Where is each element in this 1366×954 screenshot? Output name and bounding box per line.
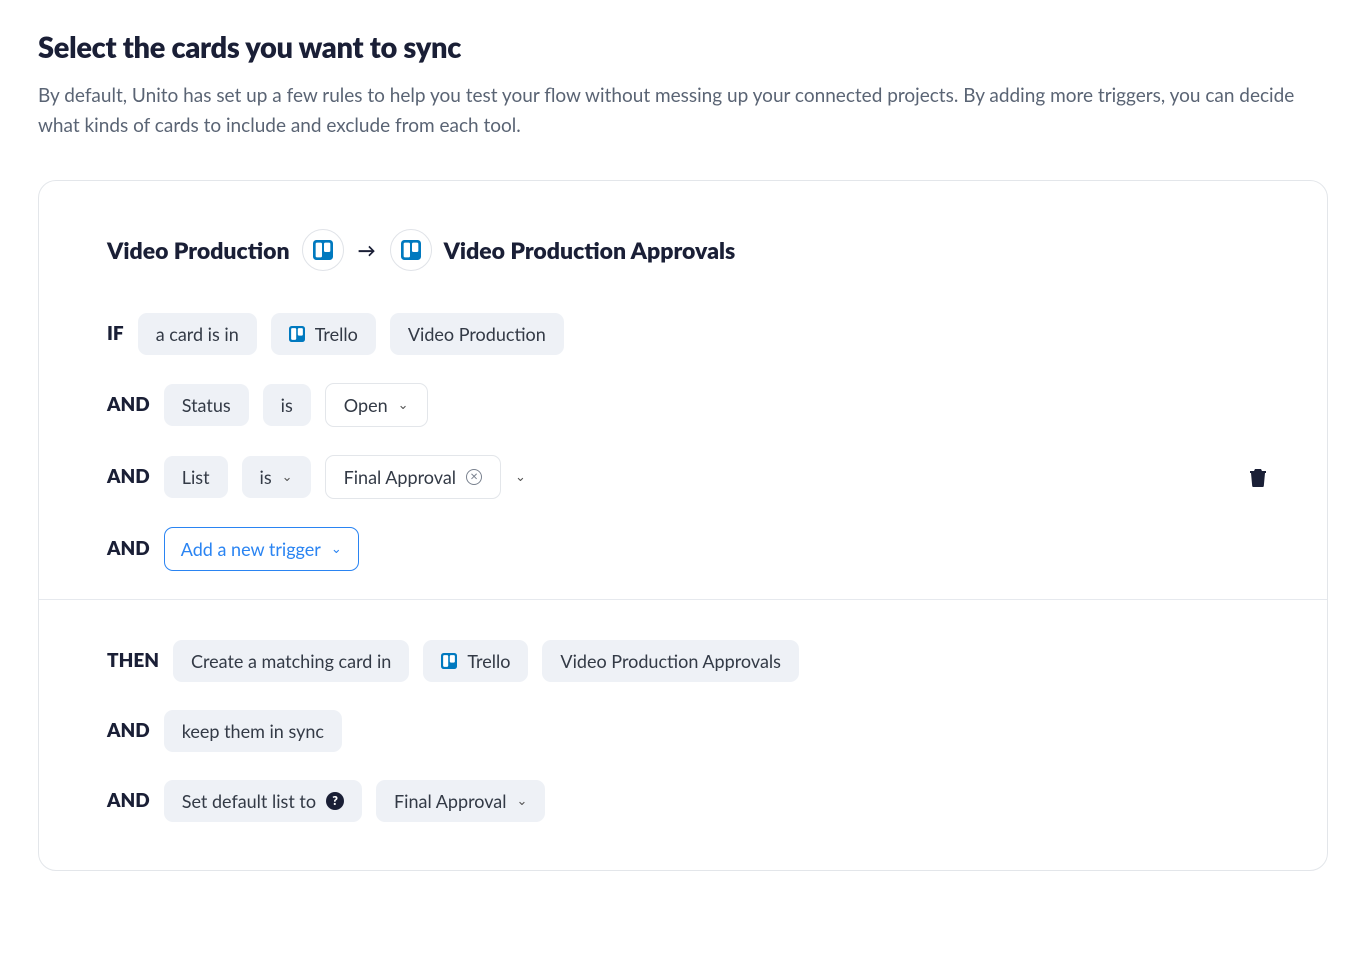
- target-board-name: Video Production Approvals: [444, 236, 736, 264]
- rules-card: Video Production → Video Production Appr…: [38, 180, 1328, 871]
- keyword-and: AND: [107, 537, 150, 560]
- keyword-and: AND: [107, 465, 150, 488]
- chip-set-default-list: Set default list to ?: [164, 780, 362, 822]
- status-value-label: Open: [344, 394, 388, 416]
- keyword-and: AND: [107, 393, 150, 416]
- chip-card-is-in: a card is in: [138, 313, 257, 355]
- set-default-list-label: Set default list to: [182, 790, 316, 812]
- default-list-label: Final Approval: [394, 790, 506, 812]
- chip-target-tool: Trello: [423, 640, 528, 682]
- trash-icon: [1249, 467, 1267, 487]
- source-tool-badge: [302, 229, 344, 271]
- chip-keep-sync: keep them in sync: [164, 710, 342, 752]
- status-value-select[interactable]: Open ⌄: [325, 383, 428, 427]
- keyword-and: AND: [107, 719, 150, 742]
- default-list-select[interactable]: Final Approval ⌄: [376, 780, 545, 822]
- rule-if-row: IF a card is in Trello Video Production: [107, 313, 1267, 355]
- chip-target-board: Video Production Approvals: [542, 640, 799, 682]
- delete-rule-button[interactable]: [1249, 467, 1267, 487]
- is-operator-select[interactable]: is ⌄: [242, 456, 311, 498]
- help-icon[interactable]: ?: [326, 792, 344, 810]
- flow-header: Video Production → Video Production Appr…: [107, 229, 1267, 271]
- chip-create-matching: Create a matching card in: [173, 640, 409, 682]
- chevron-down-icon: ⌄: [331, 540, 342, 557]
- rule-status-row: AND Status is Open ⌄: [107, 383, 1267, 427]
- page-title: Select the cards you want to sync: [38, 30, 1328, 65]
- trello-icon: [289, 326, 305, 342]
- list-value-chip[interactable]: Final Approval ✕: [325, 455, 501, 499]
- chip-source-board: Video Production: [390, 313, 564, 355]
- list-value-label: Final Approval: [344, 466, 456, 488]
- chevron-down-icon: ⌄: [282, 468, 293, 485]
- rule-then-row: THEN Create a matching card in Trello Vi…: [107, 640, 1267, 682]
- source-board-name: Video Production: [107, 236, 290, 264]
- rule-add-trigger-row: AND Add a new trigger ⌄: [107, 527, 1267, 571]
- chevron-down-icon: ⌄: [398, 396, 409, 413]
- chip-status-field: Status: [164, 384, 249, 426]
- chip-list-field: List: [164, 456, 228, 498]
- divider: [39, 599, 1327, 600]
- trello-icon: [401, 240, 421, 260]
- rule-default-list-row: AND Set default list to ? Final Approval…: [107, 780, 1267, 822]
- chevron-down-icon[interactable]: ⌄: [515, 468, 526, 485]
- tool-label: Trello: [315, 323, 358, 345]
- target-tool-badge: [390, 229, 432, 271]
- add-trigger-label: Add a new trigger: [181, 538, 321, 560]
- keyword-if: IF: [107, 322, 124, 345]
- is-operator-label: is: [260, 466, 272, 488]
- chip-is-operator: is: [263, 384, 311, 426]
- chevron-down-icon: ⌄: [517, 792, 528, 809]
- rule-keep-sync-row: AND keep them in sync: [107, 710, 1267, 752]
- rule-list-row: AND List is ⌄ Final Approval ✕ ⌄: [107, 455, 1267, 499]
- chip-source-tool: Trello: [271, 313, 376, 355]
- keyword-and: AND: [107, 789, 150, 812]
- add-trigger-button[interactable]: Add a new trigger ⌄: [164, 527, 359, 571]
- trello-icon: [441, 653, 457, 669]
- tool-label: Trello: [467, 650, 510, 672]
- keyword-then: THEN: [107, 649, 159, 672]
- arrow-right-icon: →: [356, 239, 378, 261]
- remove-icon[interactable]: ✕: [466, 469, 482, 485]
- page-subtitle: By default, Unito has set up a few rules…: [38, 81, 1328, 142]
- trello-icon: [313, 240, 333, 260]
